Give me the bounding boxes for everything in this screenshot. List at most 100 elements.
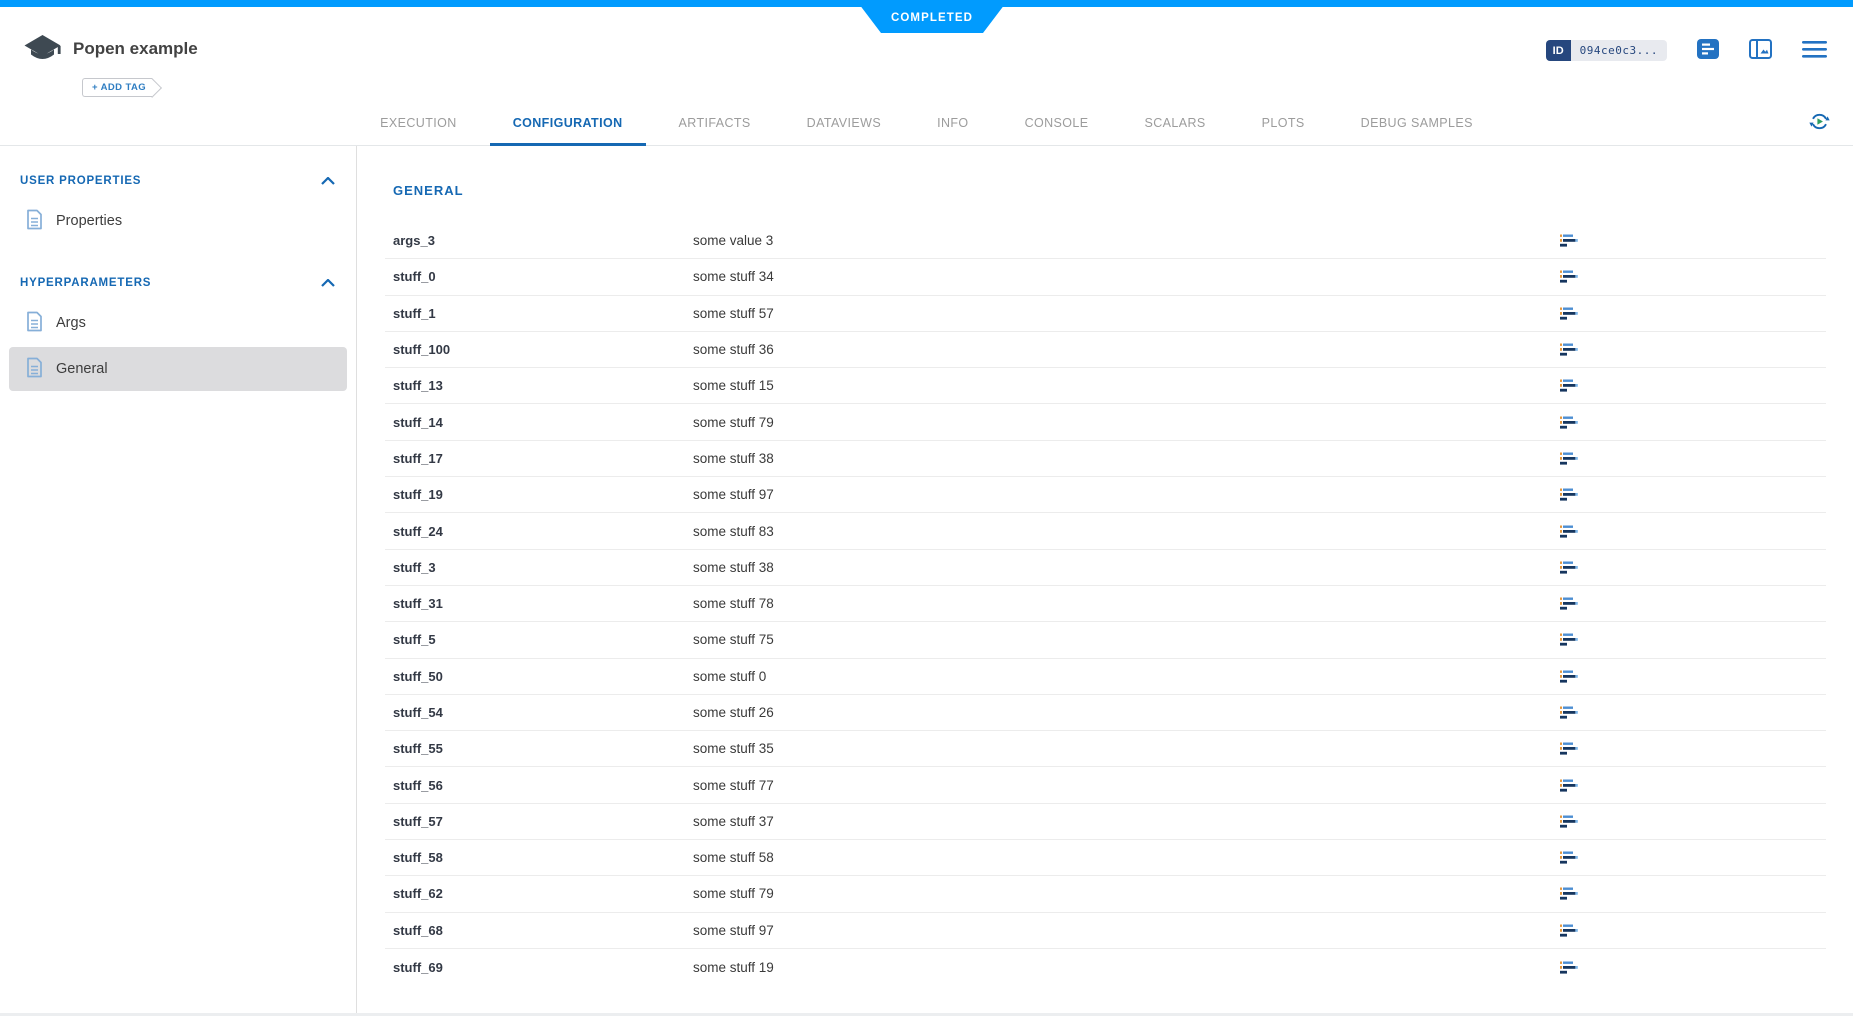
add-tag-button[interactable]: + ADD TAG bbox=[82, 78, 152, 97]
experiment-type-icon bbox=[23, 34, 63, 66]
menu-button[interactable] bbox=[1802, 41, 1827, 61]
param-key: stuff_57 bbox=[385, 814, 685, 829]
param-key: stuff_17 bbox=[385, 451, 685, 466]
table-row: args_3 some value 3 bbox=[385, 223, 1826, 259]
details-toggle-button[interactable] bbox=[1697, 39, 1719, 62]
table-row: stuff_69 some stuff 19 bbox=[385, 949, 1826, 985]
parameter-bars-icon[interactable] bbox=[1560, 597, 1600, 610]
tab[interactable]: DATAVIEWS bbox=[784, 100, 904, 145]
param-key: stuff_54 bbox=[385, 705, 685, 720]
parameter-bars-icon[interactable] bbox=[1560, 851, 1600, 864]
parameter-bars-icon[interactable] bbox=[1560, 887, 1600, 900]
param-value: some stuff 79 bbox=[685, 886, 1560, 901]
parameter-bars-icon[interactable] bbox=[1560, 307, 1600, 320]
auto-refresh-button[interactable] bbox=[1808, 110, 1831, 136]
tab-label: PLOTS bbox=[1262, 116, 1305, 130]
experiment-id-badge[interactable]: ID 094ce0c3... bbox=[1546, 40, 1667, 61]
param-key: stuff_31 bbox=[385, 596, 685, 611]
param-key: stuff_24 bbox=[385, 524, 685, 539]
results-panels-button[interactable] bbox=[1749, 39, 1772, 62]
parameter-bars-icon[interactable] bbox=[1560, 633, 1600, 646]
tab[interactable]: PLOTS bbox=[1239, 100, 1328, 145]
tab-label: EXECUTION bbox=[380, 116, 457, 130]
param-value: some stuff 15 bbox=[685, 378, 1560, 393]
sidebar-section-header[interactable]: HYPERPARAMETERS bbox=[0, 257, 356, 299]
param-value: some stuff 75 bbox=[685, 632, 1560, 647]
table-row: stuff_50 some stuff 0 bbox=[385, 659, 1826, 695]
table-row: stuff_5 some stuff 75 bbox=[385, 622, 1826, 658]
sidebar-items: Args Gene bbox=[0, 301, 356, 391]
content-area: USER PROPERTIES bbox=[0, 146, 1853, 1016]
table-row: stuff_19 some stuff 97 bbox=[385, 477, 1826, 513]
parameter-bars-icon[interactable] bbox=[1560, 234, 1600, 247]
tab-label: ARTIFACTS bbox=[679, 116, 751, 130]
configuration-sidebar: USER PROPERTIES bbox=[0, 146, 357, 1016]
parameter-bars-icon[interactable] bbox=[1560, 742, 1600, 755]
tab[interactable]: EXECUTION bbox=[357, 100, 480, 145]
document-icon bbox=[26, 311, 43, 336]
table-row: stuff_62 some stuff 79 bbox=[385, 876, 1826, 912]
parameter-bars-icon[interactable] bbox=[1560, 488, 1600, 501]
document-icon bbox=[26, 357, 43, 382]
param-key: stuff_100 bbox=[385, 342, 685, 357]
parameter-bars-icon[interactable] bbox=[1560, 670, 1600, 683]
sidebar-items: Properties bbox=[0, 199, 356, 243]
table-row: stuff_54 some stuff 26 bbox=[385, 695, 1826, 731]
parameter-bars-icon[interactable] bbox=[1560, 379, 1600, 392]
parameter-bars-icon[interactable] bbox=[1560, 706, 1600, 719]
param-value: some stuff 78 bbox=[685, 596, 1560, 611]
param-value: some stuff 97 bbox=[685, 487, 1560, 502]
param-value: some stuff 19 bbox=[685, 960, 1560, 975]
param-key: args_3 bbox=[385, 233, 685, 248]
parameters-panel: GENERAL args_3 some value 3 bbox=[357, 146, 1853, 1016]
parameter-bars-icon[interactable] bbox=[1560, 924, 1600, 937]
table-row: stuff_68 some stuff 97 bbox=[385, 913, 1826, 949]
table-row: stuff_57 some stuff 37 bbox=[385, 804, 1826, 840]
sidebar-section-user-properties: USER PROPERTIES bbox=[0, 155, 356, 243]
param-key: stuff_50 bbox=[385, 669, 685, 684]
table-row: stuff_55 some stuff 35 bbox=[385, 731, 1826, 767]
param-key: stuff_13 bbox=[385, 378, 685, 393]
details-toggle-icon bbox=[1697, 39, 1719, 62]
tab[interactable]: CONFIGURATION bbox=[490, 100, 646, 145]
parameter-bars-icon[interactable] bbox=[1560, 452, 1600, 465]
table-row: stuff_3 some stuff 38 bbox=[385, 550, 1826, 586]
parameter-bars-icon[interactable] bbox=[1560, 525, 1600, 538]
param-value: some stuff 38 bbox=[685, 451, 1560, 466]
parameter-bars-icon[interactable] bbox=[1560, 416, 1600, 429]
tab[interactable]: CONSOLE bbox=[1002, 100, 1112, 145]
sidebar-item[interactable]: General bbox=[9, 347, 347, 391]
sidebar-item-label: General bbox=[56, 361, 108, 377]
param-value: some stuff 58 bbox=[685, 850, 1560, 865]
param-key: stuff_5 bbox=[385, 632, 685, 647]
param-value: some stuff 36 bbox=[685, 342, 1560, 357]
sidebar-item[interactable]: Properties bbox=[9, 199, 347, 243]
tab[interactable]: INFO bbox=[914, 100, 991, 145]
param-value: some stuff 97 bbox=[685, 923, 1560, 938]
id-badge-label: ID bbox=[1546, 40, 1571, 61]
param-value: some stuff 83 bbox=[685, 524, 1560, 539]
sidebar-item[interactable]: Args bbox=[9, 301, 347, 345]
param-key: stuff_55 bbox=[385, 741, 685, 756]
param-value: some stuff 35 bbox=[685, 741, 1560, 756]
parameter-bars-icon[interactable] bbox=[1560, 343, 1600, 356]
param-key: stuff_68 bbox=[385, 923, 685, 938]
parameter-bars-icon[interactable] bbox=[1560, 779, 1600, 792]
parameter-bars-icon[interactable] bbox=[1560, 270, 1600, 283]
tab[interactable]: DEBUG SAMPLES bbox=[1338, 100, 1496, 145]
status-badge-label: COMPLETED bbox=[891, 12, 973, 24]
tab[interactable]: SCALARS bbox=[1122, 100, 1229, 145]
tab[interactable]: ARTIFACTS bbox=[656, 100, 774, 145]
sidebar-section-title: HYPERPARAMETERS bbox=[20, 277, 151, 289]
auto-refresh-icon bbox=[1808, 110, 1831, 136]
tab-label: DATAVIEWS bbox=[807, 116, 881, 130]
param-key: stuff_0 bbox=[385, 269, 685, 284]
param-key: stuff_69 bbox=[385, 960, 685, 975]
parameter-bars-icon[interactable] bbox=[1560, 815, 1600, 828]
parameter-bars-icon[interactable] bbox=[1560, 961, 1600, 974]
param-value: some stuff 38 bbox=[685, 560, 1560, 575]
results-panels-icon bbox=[1749, 39, 1772, 62]
parameter-bars-icon[interactable] bbox=[1560, 561, 1600, 574]
table-row: stuff_0 some stuff 34 bbox=[385, 259, 1826, 295]
sidebar-section-header[interactable]: USER PROPERTIES bbox=[0, 155, 356, 197]
